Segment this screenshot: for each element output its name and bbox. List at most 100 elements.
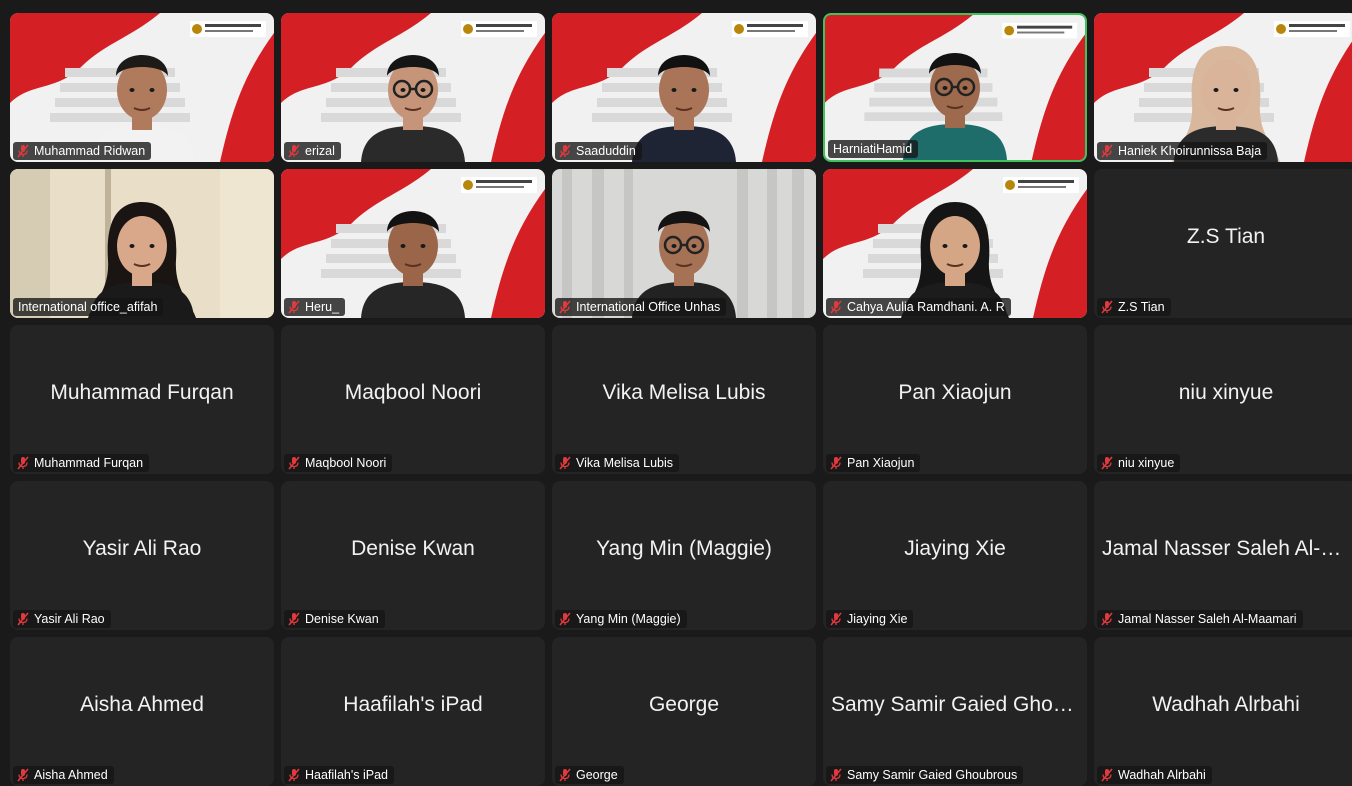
- participant-tile[interactable]: Vika Melisa Lubis Vika Melisa Lubis: [552, 325, 816, 474]
- mic-muted-icon: [1101, 612, 1113, 626]
- participant-name-label: Jamal Nasser Saleh Al-Maamari: [1097, 610, 1303, 628]
- participant-display-name: Jamal Nasser Saleh Al-Maamari: [1102, 537, 1350, 560]
- participant-tile[interactable]: Pan Xiaojun Pan Xiaojun: [823, 325, 1087, 474]
- participant-name-label: Pan Xiaojun: [826, 454, 921, 472]
- participant-name-label: Yang Min (Maggie): [555, 610, 687, 628]
- participant-name-label: Saaduddin: [555, 142, 642, 160]
- participant-name: Muhammad Ridwan: [34, 144, 146, 158]
- participant-video: [1094, 13, 1352, 162]
- participant-name-label: Jiaying Xie: [826, 610, 914, 628]
- participant-name-label: International office_afifah: [13, 298, 164, 316]
- participant-tile[interactable]: niu xinyue niu xinyue: [1094, 325, 1352, 474]
- participant-display-name: Denise Kwan: [351, 537, 475, 560]
- participant-name: Cahya Aulia Ramdhani. A. R: [847, 300, 1005, 314]
- participant-name-label: George: [555, 766, 624, 784]
- participant-name: Z.S Tian: [1118, 300, 1165, 314]
- participant-name-label: Haafilah's iPad: [284, 766, 394, 784]
- participant-tile[interactable]: Wadhah Alrbahi Wadhah Alrbahi: [1094, 637, 1352, 786]
- participant-display-name: George: [648, 693, 720, 716]
- participant-name-label: Z.S Tian: [1097, 298, 1171, 316]
- participant-name-label: Haniek Khoirunnissa Baja: [1097, 142, 1268, 160]
- participant-name-label: Cahya Aulia Ramdhani. A. R: [826, 298, 1011, 316]
- participant-display-name: Aisha Ahmed: [80, 693, 204, 716]
- participant-name: Yang Min (Maggie): [576, 612, 681, 626]
- participant-name-label: Muhammad Ridwan: [13, 142, 152, 160]
- participant-name: Heru_: [305, 300, 340, 314]
- participant-name: International Office Unhas: [576, 300, 721, 314]
- participant-name-label: Wadhah Alrbahi: [1097, 766, 1212, 784]
- participant-tile[interactable]: Maqbool Noori Maqbool Noori: [281, 325, 545, 474]
- participant-name-label: Yasir Ali Rao: [13, 610, 111, 628]
- participant-video: [552, 13, 816, 162]
- participant-name-label: Aisha Ahmed: [13, 766, 114, 784]
- mic-muted-icon: [288, 768, 300, 782]
- participant-name-label: Muhammad Furqan: [13, 454, 150, 472]
- participant-tile[interactable]: HarniatiHamid: [823, 13, 1087, 162]
- participant-tile[interactable]: Samy Samir Gaied Ghoubrous Samy Samir Ga…: [823, 637, 1087, 786]
- participant-name: erizal: [305, 144, 335, 158]
- participant-name: Denise Kwan: [305, 612, 379, 626]
- participant-tile[interactable]: Haafilah's iPad Haafilah's iPad: [281, 637, 545, 786]
- participant-tile[interactable]: Jiaying Xie Jiaying Xie: [823, 481, 1087, 630]
- participant-tile[interactable]: Haniek Khoirunnissa Baja: [1094, 13, 1352, 162]
- participant-tile[interactable]: International office_afifah: [10, 169, 274, 318]
- participant-name: Jamal Nasser Saleh Al-Maamari: [1118, 612, 1297, 626]
- participant-tile[interactable]: Yang Min (Maggie) Yang Min (Maggie): [552, 481, 816, 630]
- participant-tile[interactable]: Cahya Aulia Ramdhani. A. R: [823, 169, 1087, 318]
- participant-name: Maqbool Noori: [305, 456, 387, 470]
- participant-tile[interactable]: Z.S Tian Z.S Tian: [1094, 169, 1352, 318]
- participant-name: Wadhah Alrbahi: [1118, 768, 1206, 782]
- participant-tile[interactable]: George George: [552, 637, 816, 786]
- video-grid: Muhammad Ridwan erizal Saaduddin Harniat…: [0, 0, 1352, 786]
- participant-name-label: Maqbool Noori: [284, 454, 393, 472]
- mic-muted-icon: [830, 768, 842, 782]
- mic-muted-icon: [17, 144, 29, 158]
- participant-tile[interactable]: International Office Unhas: [552, 169, 816, 318]
- participant-display-name: Jiaying Xie: [904, 537, 1006, 560]
- participant-display-name: Maqbool Noori: [344, 381, 482, 404]
- participant-name-label: erizal: [284, 142, 341, 160]
- mic-muted-icon: [17, 612, 29, 626]
- participant-tile[interactable]: Heru_: [281, 169, 545, 318]
- participant-tile[interactable]: Aisha Ahmed Aisha Ahmed: [10, 637, 274, 786]
- participant-tile[interactable]: Yasir Ali Rao Yasir Ali Rao: [10, 481, 274, 630]
- participant-tile[interactable]: Muhammad Furqan Muhammad Furqan: [10, 325, 274, 474]
- participant-tile[interactable]: Denise Kwan Denise Kwan: [281, 481, 545, 630]
- participant-name: International office_afifah: [18, 300, 158, 314]
- participant-name-label: Denise Kwan: [284, 610, 385, 628]
- participant-display-name: niu xinyue: [1178, 381, 1274, 404]
- participant-display-name: Vika Melisa Lubis: [602, 381, 766, 404]
- mic-muted-icon: [559, 144, 571, 158]
- participant-tile[interactable]: Jamal Nasser Saleh Al-Maamari Jamal Nass…: [1094, 481, 1352, 630]
- mic-muted-icon: [1101, 768, 1113, 782]
- participant-video: [10, 169, 274, 318]
- mic-muted-icon: [830, 300, 842, 314]
- participant-tile[interactable]: Saaduddin: [552, 13, 816, 162]
- participant-video-figure: [632, 55, 736, 162]
- participant-name: Saaduddin: [576, 144, 636, 158]
- participant-name: Jiaying Xie: [847, 612, 908, 626]
- participant-name: Pan Xiaojun: [847, 456, 915, 470]
- participant-display-name: Samy Samir Gaied Ghoubrous: [831, 693, 1079, 716]
- participant-video-figure: [361, 55, 465, 162]
- participant-name-label: International Office Unhas: [555, 298, 727, 316]
- mic-muted-icon: [559, 768, 571, 782]
- mic-muted-icon: [559, 300, 571, 314]
- participant-tile[interactable]: Muhammad Ridwan: [10, 13, 274, 162]
- participant-name: Samy Samir Gaied Ghoubrous: [847, 768, 1018, 782]
- participant-display-name: Yasir Ali Rao: [82, 537, 202, 560]
- mic-muted-icon: [17, 768, 29, 782]
- participant-name-label: niu xinyue: [1097, 454, 1181, 472]
- participant-display-name: Yang Min (Maggie): [596, 537, 772, 560]
- participant-display-name: Z.S Tian: [1186, 225, 1266, 248]
- participant-display-name: Pan Xiaojun: [898, 381, 1012, 404]
- participant-video: [552, 169, 816, 318]
- participant-tile[interactable]: erizal: [281, 13, 545, 162]
- participant-display-name: Haafilah's iPad: [343, 693, 483, 716]
- participant-name: Yasir Ali Rao: [34, 612, 105, 626]
- participant-video: [281, 169, 545, 318]
- participant-name: Vika Melisa Lubis: [576, 456, 674, 470]
- participant-video: [823, 169, 1087, 318]
- mic-muted-icon: [559, 612, 571, 626]
- mic-muted-icon: [1101, 456, 1113, 470]
